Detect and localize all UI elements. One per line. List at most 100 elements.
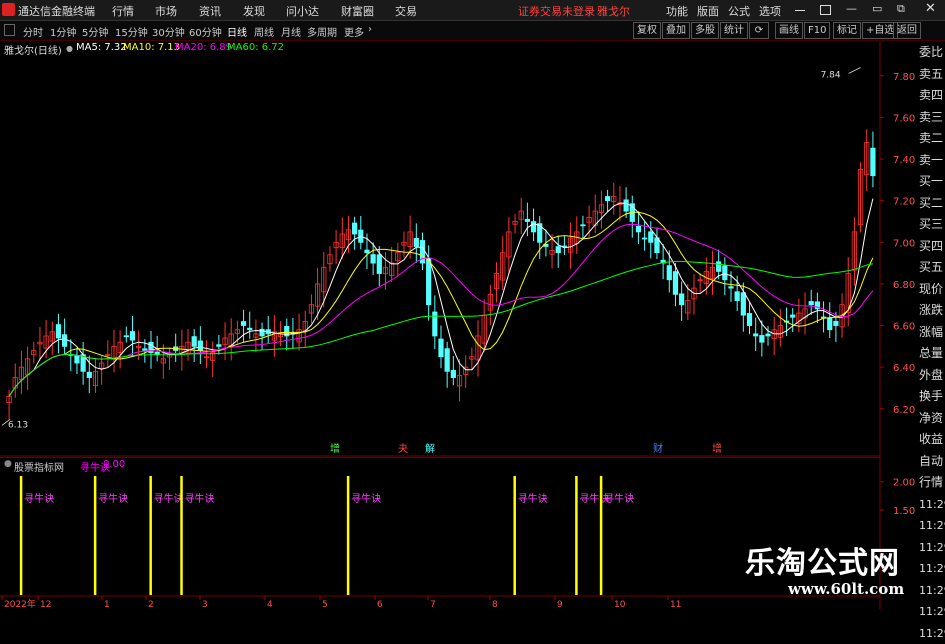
event-marker: 解 <box>425 442 435 455</box>
candle-body <box>747 313 751 325</box>
sidebar-item[interactable]: 换手 <box>918 386 945 408</box>
sidebar-item[interactable]: 卖二 <box>918 128 945 150</box>
sidebar-item[interactable]: 外盘 <box>918 365 945 387</box>
sidebar-item[interactable]: 买三 <box>918 214 945 236</box>
date-tick-label: 8 <box>492 600 498 609</box>
candle-body <box>753 334 757 336</box>
high-label: 7.84 <box>821 70 841 80</box>
candle-body <box>636 226 640 232</box>
candle-body <box>723 266 727 280</box>
candle-body <box>365 250 369 253</box>
sidebar-item[interactable]: 11:29 <box>918 515 945 537</box>
sidebar-item[interactable]: 涨跌 <box>918 300 945 322</box>
sidebar-item[interactable]: 11:29 <box>918 601 945 623</box>
candle-body <box>679 294 683 305</box>
sidebar-item[interactable]: 卖四 <box>918 85 945 107</box>
candle-body <box>649 232 653 243</box>
sidebar-item[interactable]: 现价 <box>918 279 945 301</box>
date-tick-label: 5 <box>322 600 328 609</box>
candle-body <box>260 329 264 336</box>
sidebar-item[interactable]: 11:29 <box>918 494 945 516</box>
date-tick-label: 6 <box>377 600 383 609</box>
candle-body <box>75 356 79 363</box>
sidebar-item[interactable]: 11:29 <box>918 537 945 559</box>
low-label: 6.13 <box>8 420 28 430</box>
price-tick-label: 6.20 <box>893 405 915 416</box>
candle-body <box>673 272 677 295</box>
sidebar-item[interactable]: 买一 <box>918 171 945 193</box>
signal-label: 寻牛诀 <box>98 492 128 505</box>
sidebar-item[interactable]: 收益 <box>918 429 945 451</box>
signal-label: 寻牛诀 <box>154 492 184 505</box>
sidebar-item[interactable]: 卖一 <box>918 150 945 172</box>
price-tick-label: 7.00 <box>893 238 915 249</box>
sidebar-item[interactable]: 11:29 <box>918 558 945 580</box>
sidebar-item[interactable]: 自动 <box>918 451 945 473</box>
sidebar-item[interactable]: 总量 <box>918 343 945 365</box>
candle-body <box>791 315 795 317</box>
candle-body <box>828 318 832 330</box>
indicator-settings-icon[interactable]: ● <box>4 459 12 469</box>
candle-body <box>192 337 196 347</box>
sidebar-item[interactable]: 卖五 <box>918 64 945 86</box>
signal-label: 寻牛诀 <box>24 492 54 505</box>
sidebar-item[interactable]: 卖三 <box>918 107 945 129</box>
candle-body <box>735 292 739 301</box>
candle-body <box>377 255 381 274</box>
indicator-tick-label: 2.00 <box>893 478 915 489</box>
date-tick-label: 7 <box>430 600 436 609</box>
indicator-header: ● 股票指标网 寻牛诀 0.00 <box>0 457 880 472</box>
price-tick-label: 7.20 <box>893 197 915 208</box>
event-marker: 财 <box>653 442 663 455</box>
sidebar-item[interactable]: 买四 <box>918 236 945 258</box>
price-tick-label: 6.80 <box>893 280 915 291</box>
candle-body <box>426 258 430 305</box>
candlestick-chart[interactable]: 7.807.607.407.207.006.806.606.406.20 7.8… <box>0 0 945 609</box>
candle-body <box>248 328 252 329</box>
candle-body <box>642 238 646 239</box>
candle-body <box>445 349 449 372</box>
candle-body <box>809 302 813 305</box>
candle-body <box>371 255 375 263</box>
sidebar-item[interactable]: 11:29 <box>918 580 945 602</box>
date-tick-label: 4 <box>267 600 273 609</box>
indicator-value: 0.00 <box>103 459 125 470</box>
candle-body <box>716 262 720 272</box>
sidebar-item[interactable]: 行情 <box>918 472 945 494</box>
candle-body <box>741 293 745 315</box>
candle-body <box>525 219 529 221</box>
candle-body <box>414 238 418 246</box>
candle-body <box>124 336 128 337</box>
date-tick-label: 2 <box>148 600 154 609</box>
sidebar-item[interactable]: 委比 <box>918 42 945 64</box>
candle-body <box>451 370 455 377</box>
sidebar-item[interactable]: 买二 <box>918 193 945 215</box>
quote-sidebar[interactable]: 委比卖五卖四卖三卖二卖一买一买二买三买四买五现价涨跌涨幅总量外盘换手净资收益自动… <box>918 42 945 609</box>
event-marker: 增 <box>712 442 722 455</box>
candle-body <box>241 322 245 326</box>
price-tick-label: 7.80 <box>893 72 915 83</box>
indicator-name: 股票指标网 <box>14 459 64 474</box>
candle-body <box>56 325 60 338</box>
candle-body <box>766 334 770 336</box>
sidebar-item[interactable]: 买五 <box>918 257 945 279</box>
price-tick-label: 6.60 <box>893 322 915 333</box>
price-tick-label: 7.40 <box>893 155 915 166</box>
candle-body <box>605 197 609 201</box>
sidebar-item[interactable]: 11:29 <box>918 623 945 644</box>
sidebar-item[interactable]: 涨幅 <box>918 322 945 344</box>
sidebar-item[interactable]: 净资 <box>918 408 945 430</box>
candle-body <box>352 223 356 234</box>
candle-body <box>439 339 443 357</box>
price-tick-label: 7.60 <box>893 113 915 124</box>
signal-label: 寻牛诀 <box>351 492 381 505</box>
high-pointer <box>849 67 861 73</box>
candle-body <box>62 335 66 347</box>
candle-body <box>624 200 628 211</box>
date-tick-label: 1 <box>104 600 110 609</box>
candle-body <box>667 266 671 280</box>
candle-body <box>729 287 733 288</box>
date-tick-label: 11 <box>670 600 681 609</box>
candle-body <box>198 341 202 351</box>
indicator-tick-label: 1.50 <box>893 506 915 517</box>
